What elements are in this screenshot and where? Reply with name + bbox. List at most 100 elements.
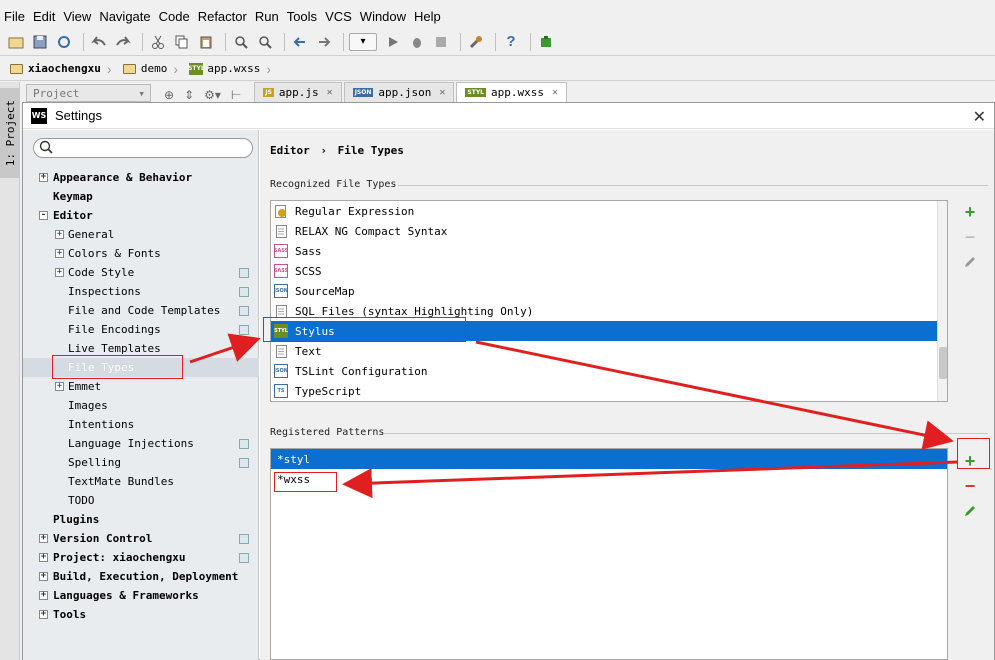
settings-wrench-icon[interactable] — [466, 32, 486, 52]
expand-icon[interactable]: + — [55, 382, 64, 391]
file-type-item[interactable]: JSON TSLint Configuration — [271, 361, 947, 381]
tree-item-tools[interactable]: + Tools — [23, 605, 259, 624]
breadcrumb-file[interactable]: STYL app.wxss — [187, 59, 266, 79]
settings-search-input[interactable] — [33, 138, 253, 158]
section-divider — [398, 185, 988, 186]
sdk-icon[interactable] — [536, 32, 556, 52]
replace-icon[interactable] — [255, 32, 275, 52]
file-type-item[interactable]: Regular Expression — [271, 201, 947, 221]
editor-tab-app-wxss[interactable]: STYL app.wxss ✕ — [456, 82, 568, 102]
registered-patterns-list[interactable]: *styl *wxss — [270, 448, 948, 660]
expand-icon[interactable]: + — [55, 230, 64, 239]
breadcrumb-project[interactable]: xiaochengxu — [8, 59, 107, 79]
menu-window[interactable]: Window — [360, 9, 406, 24]
find-icon[interactable] — [231, 32, 251, 52]
tree-item-keymap[interactable]: Keymap — [23, 187, 259, 206]
pattern-item[interactable]: *wxss — [271, 469, 947, 489]
scrollbar-thumb[interactable] — [939, 347, 947, 379]
edit-pattern-button[interactable] — [960, 501, 980, 521]
tree-item-appearance-behavior[interactable]: + Appearance & Behavior — [23, 168, 259, 187]
file-type-item[interactable]: JSON SourceMap — [271, 281, 947, 301]
file-type-item[interactable]: SASS SCSS — [271, 261, 947, 281]
expand-icon[interactable]: + — [55, 249, 64, 258]
edit-file-type-button[interactable] — [960, 252, 980, 272]
add-file-type-button[interactable]: + — [960, 202, 980, 222]
menu-help[interactable]: Help — [414, 9, 441, 24]
close-tab-icon[interactable]: ✕ — [327, 87, 333, 98]
close-icon[interactable]: ✕ — [973, 107, 986, 127]
tree-item-project-xiaochengxu[interactable]: + Project: xiaochengxu — [23, 548, 259, 567]
copy-icon[interactable] — [172, 32, 192, 52]
menu-file[interactable]: File — [4, 9, 25, 24]
coverage-icon[interactable] — [431, 32, 451, 52]
gear-icon[interactable]: ⚙▾ — [204, 88, 221, 102]
breadcrumb-folder[interactable]: demo — [121, 59, 174, 79]
debug-icon[interactable] — [407, 32, 427, 52]
tree-item-file-and-code-templates[interactable]: File and Code Templates — [23, 301, 259, 320]
collapse-icon[interactable]: - — [39, 211, 48, 220]
tree-item-editor[interactable]: - Editor — [23, 206, 259, 225]
menu-navigate[interactable]: Navigate — [99, 9, 150, 24]
file-types-scrollbar[interactable] — [937, 201, 947, 401]
hide-panel-icon[interactable]: ⊢ — [231, 88, 241, 102]
undo-icon[interactable] — [89, 32, 109, 52]
editor-tab-app-json[interactable]: JSON app.json ✕ — [343, 82, 455, 102]
menu-edit[interactable]: Edit — [33, 9, 55, 24]
tree-item-todo[interactable]: TODO — [23, 491, 259, 510]
run-config-dropdown[interactable]: ▾ — [349, 32, 377, 51]
expand-icon[interactable]: + — [39, 534, 48, 543]
file-type-item[interactable]: SASS Sass — [271, 241, 947, 261]
file-type-item[interactable]: TS TypeScript — [271, 381, 947, 401]
expand-icon[interactable]: + — [55, 268, 64, 277]
editor-tab-app-js[interactable]: JS app.js ✕ — [254, 82, 342, 102]
expand-icon[interactable]: + — [39, 610, 48, 619]
remove-file-type-button[interactable]: − — [960, 227, 980, 247]
close-tab-icon[interactable]: ✕ — [552, 87, 558, 98]
back-icon[interactable] — [290, 32, 310, 52]
tree-item-spelling[interactable]: Spelling — [23, 453, 259, 472]
expand-icon[interactable]: + — [39, 173, 48, 182]
run-icon[interactable] — [383, 32, 403, 52]
project-view-dropdown[interactable]: Project ▾ — [26, 84, 151, 102]
tree-item-textmate-bundles[interactable]: TextMate Bundles — [23, 472, 259, 491]
help-icon[interactable]: ? — [501, 32, 521, 52]
open-folder-icon[interactable] — [6, 32, 26, 52]
tree-item-language-injections[interactable]: Language Injections — [23, 434, 259, 453]
cut-icon[interactable] — [148, 32, 168, 52]
tree-item-inspections[interactable]: Inspections — [23, 282, 259, 301]
redo-icon[interactable] — [113, 32, 133, 52]
sync-icon[interactable] — [54, 32, 74, 52]
expand-icon[interactable]: + — [39, 553, 48, 562]
tree-item-languages-frameworks[interactable]: + Languages & Frameworks — [23, 586, 259, 605]
tree-item-version-control[interactable]: + Version Control — [23, 529, 259, 548]
menu-refactor[interactable]: Refactor — [198, 9, 247, 24]
tree-item-images[interactable]: Images — [23, 396, 259, 415]
tree-item-colors-fonts[interactable]: + Colors & Fonts — [23, 244, 259, 263]
recognized-file-types-list[interactable]: Regular Expression RELAX NG Compact Synta… — [270, 200, 948, 402]
menu-tools[interactable]: Tools — [287, 9, 317, 24]
menu-run[interactable]: Run — [255, 9, 279, 24]
menu-vcs[interactable]: VCS — [325, 9, 352, 24]
project-tool-window-tab[interactable]: 1: Project — [0, 88, 20, 178]
close-tab-icon[interactable]: ✕ — [439, 87, 445, 98]
tree-item-build-execution-deployment[interactable]: + Build, Execution, Deployment — [23, 567, 259, 586]
expand-icon[interactable]: + — [39, 572, 48, 581]
tree-item-intentions[interactable]: Intentions — [23, 415, 259, 434]
remove-pattern-button[interactable]: − — [960, 476, 980, 496]
file-type-item[interactable]: RELAX NG Compact Syntax — [271, 221, 947, 241]
tree-item-general[interactable]: + General — [23, 225, 259, 244]
tree-item-file-encodings[interactable]: File Encodings — [23, 320, 259, 339]
paste-icon[interactable] — [196, 32, 216, 52]
scroll-from-source-icon[interactable]: ⊕ — [164, 88, 174, 102]
tree-item-plugins[interactable]: Plugins — [23, 510, 259, 529]
menu-view[interactable]: View — [63, 9, 91, 24]
collapse-all-icon[interactable]: ⇕ — [184, 88, 194, 102]
tree-item-emmet[interactable]: + Emmet — [23, 377, 259, 396]
menu-code[interactable]: Code — [159, 9, 190, 24]
expand-icon[interactable]: + — [39, 591, 48, 600]
pattern-item[interactable]: *styl — [271, 449, 947, 469]
forward-icon[interactable] — [314, 32, 334, 52]
save-icon[interactable] — [30, 32, 50, 52]
tree-item-code-style[interactable]: + Code Style — [23, 263, 259, 282]
file-type-item[interactable]: Text — [271, 341, 947, 361]
